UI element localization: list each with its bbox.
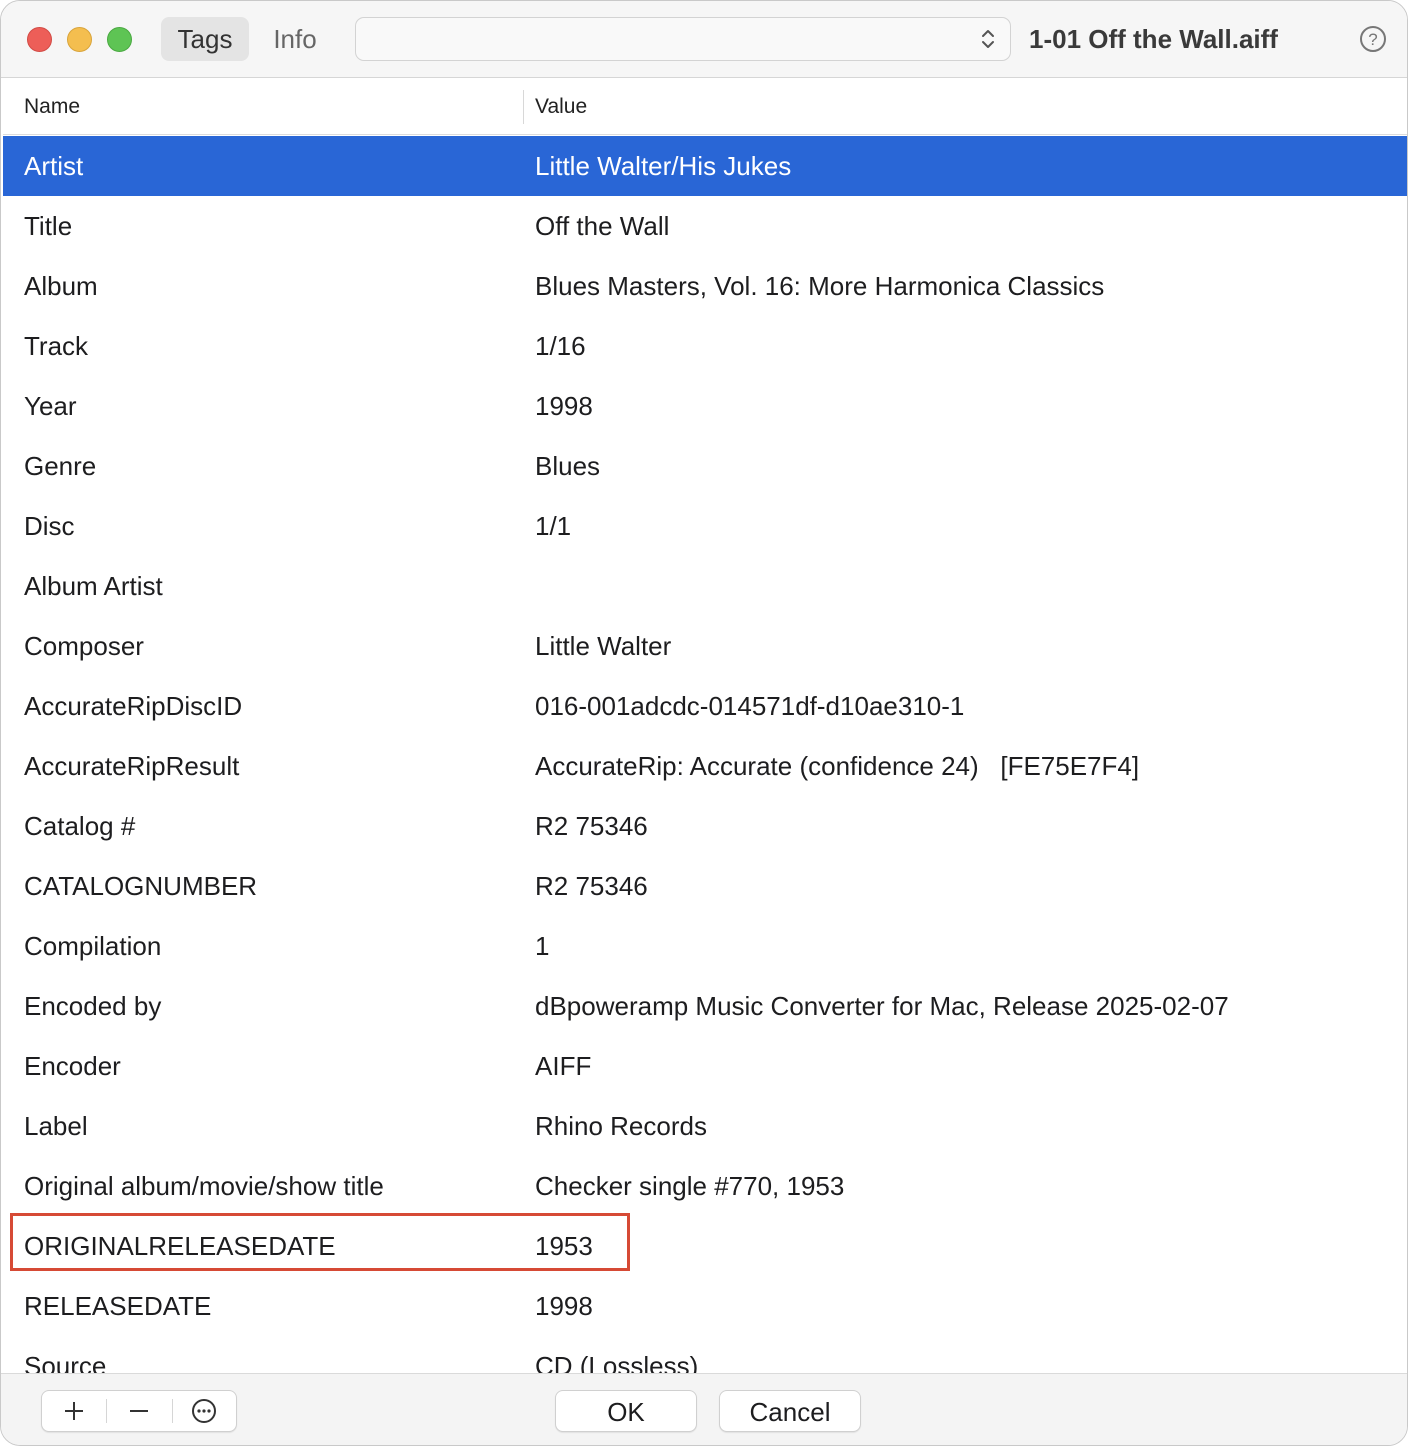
table-row[interactable]: Original album/movie/show title Checker s… — [3, 1156, 1407, 1216]
table-row[interactable]: Track 1/16 — [3, 316, 1407, 376]
tag-value[interactable]: 1998 — [535, 376, 593, 436]
tag-value[interactable]: 1953 — [535, 1216, 593, 1276]
tag-value[interactable]: Off the Wall — [535, 196, 669, 256]
tag-value[interactable]: AccurateRip: Accurate (confidence 24) [F… — [535, 736, 1139, 796]
tag-name: Source — [24, 1351, 107, 1373]
minus-icon — [130, 1410, 148, 1412]
tag-name: Title — [24, 211, 73, 241]
table-row[interactable]: Catalog # R2 75346 — [3, 796, 1407, 856]
tag-value[interactable]: Checker single #770, 1953 — [535, 1156, 844, 1216]
tag-name: Encoded by — [24, 991, 162, 1021]
table-row[interactable]: Year 1998 — [3, 376, 1407, 436]
tag-value[interactable]: dBpoweramp Music Converter for Mac, Rele… — [535, 976, 1229, 1036]
minimize-window-button[interactable] — [67, 27, 92, 52]
tag-name: Track — [24, 331, 89, 361]
preset-popup[interactable] — [355, 17, 1011, 61]
tag-value[interactable]: AIFF — [535, 1036, 591, 1096]
table-header: Name Value — [3, 78, 1407, 135]
tag-value[interactable]: 1/16 — [535, 316, 586, 376]
table-row[interactable]: ORIGINALRELEASEDATE 1953 — [3, 1216, 1407, 1276]
tag-name: Genre — [24, 451, 97, 481]
tag-editor-window: Tags Info 1-01 Off the Wall.aiff ? Name … — [0, 0, 1408, 1446]
ok-button[interactable]: OK — [555, 1390, 697, 1432]
tag-value[interactable]: 1998 — [535, 1276, 593, 1336]
tag-name: Catalog # — [24, 811, 136, 841]
table-row[interactable]: Album Artist — [3, 556, 1407, 616]
tag-name: Compilation — [24, 931, 162, 961]
tag-value[interactable]: Blues — [535, 436, 600, 496]
table-row[interactable]: AccurateRipDiscID 016-001adcdc-014571df-d… — [3, 676, 1407, 736]
help-icon[interactable]: ? — [1359, 25, 1387, 53]
tag-value[interactable]: Blues Masters, Vol. 16: More Harmonica C… — [535, 256, 1104, 316]
table-row[interactable]: RELEASEDATE 1998 — [3, 1276, 1407, 1336]
zoom-window-button[interactable] — [107, 27, 132, 52]
table-row[interactable]: Composer Little Walter — [3, 616, 1407, 676]
bottom-bar: OK Cancel — [1, 1373, 1407, 1445]
tag-name: Composer — [24, 631, 144, 661]
tag-value[interactable]: 1/1 — [535, 496, 571, 556]
tag-name: RELEASEDATE — [24, 1291, 212, 1321]
table-row[interactable]: Source CD (Lossless) — [3, 1336, 1407, 1373]
table-row[interactable]: Genre Blues — [3, 436, 1407, 496]
toolbar: Tags Info 1-01 Off the Wall.aiff ? — [1, 1, 1407, 78]
table-row[interactable]: Compilation 1 — [3, 916, 1407, 976]
tag-name: AccurateRipDiscID — [24, 691, 243, 721]
table-row[interactable]: Album Blues Masters, Vol. 16: More Harmon… — [3, 256, 1407, 316]
tag-name: Encoder — [24, 1051, 121, 1081]
table-row[interactable]: Encoded by dBpoweramp Music Converter for… — [3, 976, 1407, 1036]
tag-value[interactable]: 1 — [535, 916, 549, 976]
table-row[interactable]: Encoder AIFF — [3, 1036, 1407, 1096]
tag-name: Year — [24, 391, 77, 421]
column-header-name[interactable]: Name — [24, 78, 80, 134]
tag-value[interactable]: Little Walter/His Jukes — [535, 136, 791, 196]
cancel-button[interactable]: Cancel — [719, 1390, 861, 1432]
more-actions-button[interactable] — [173, 1391, 237, 1431]
tag-value[interactable]: R2 75346 — [535, 856, 648, 916]
ellipsis-circle-icon — [192, 1399, 216, 1423]
tag-name: Label — [24, 1111, 88, 1141]
tag-value[interactable]: CD (Lossless) — [535, 1336, 698, 1373]
tag-value[interactable]: 016-001adcdc-014571df-d10ae310-1 — [535, 676, 964, 736]
remove-tag-button[interactable] — [107, 1391, 171, 1431]
svg-text:?: ? — [1368, 30, 1377, 49]
table-row[interactable]: Title Off the Wall — [3, 196, 1407, 256]
plus-icon — [65, 1402, 83, 1420]
add-tag-button[interactable] — [42, 1391, 106, 1431]
tag-value[interactable]: Little Walter — [535, 616, 671, 676]
table-row[interactable]: Disc 1/1 — [3, 496, 1407, 556]
table-row[interactable]: AccurateRipResult AccurateRip: Accurate (… — [3, 736, 1407, 796]
tag-value[interactable]: Rhino Records — [535, 1096, 707, 1156]
column-header-value[interactable]: Value — [535, 78, 587, 134]
table-row[interactable]: Artist Little Walter/His Jukes — [3, 136, 1407, 196]
tab-info[interactable]: Info — [257, 17, 333, 61]
tag-name: ORIGINALRELEASEDATE — [24, 1231, 336, 1261]
table-row[interactable]: CATALOGNUMBER R2 75346 — [3, 856, 1407, 916]
tag-name: Album — [24, 271, 98, 301]
tag-name: CATALOGNUMBER — [24, 871, 258, 901]
tag-table: Artist Little Walter/His Jukes Title Off t… — [3, 136, 1407, 1373]
tab-tags[interactable]: Tags — [161, 17, 249, 61]
file-name-title: 1-01 Off the Wall.aiff — [1029, 24, 1278, 54]
tag-value[interactable]: R2 75346 — [535, 796, 648, 856]
tag-name: AccurateRipResult — [24, 751, 240, 781]
chevron-up-down-icon — [982, 30, 994, 48]
close-window-button[interactable] — [27, 27, 52, 52]
tag-name: Artist — [24, 151, 84, 181]
tag-name: Disc — [24, 511, 75, 541]
tag-name: Original album/movie/show title — [24, 1171, 384, 1201]
row-actions-group — [41, 1390, 237, 1432]
tag-name: Album Artist — [24, 571, 163, 601]
table-row[interactable]: Label Rhino Records — [3, 1096, 1407, 1156]
column-divider[interactable] — [523, 90, 524, 124]
